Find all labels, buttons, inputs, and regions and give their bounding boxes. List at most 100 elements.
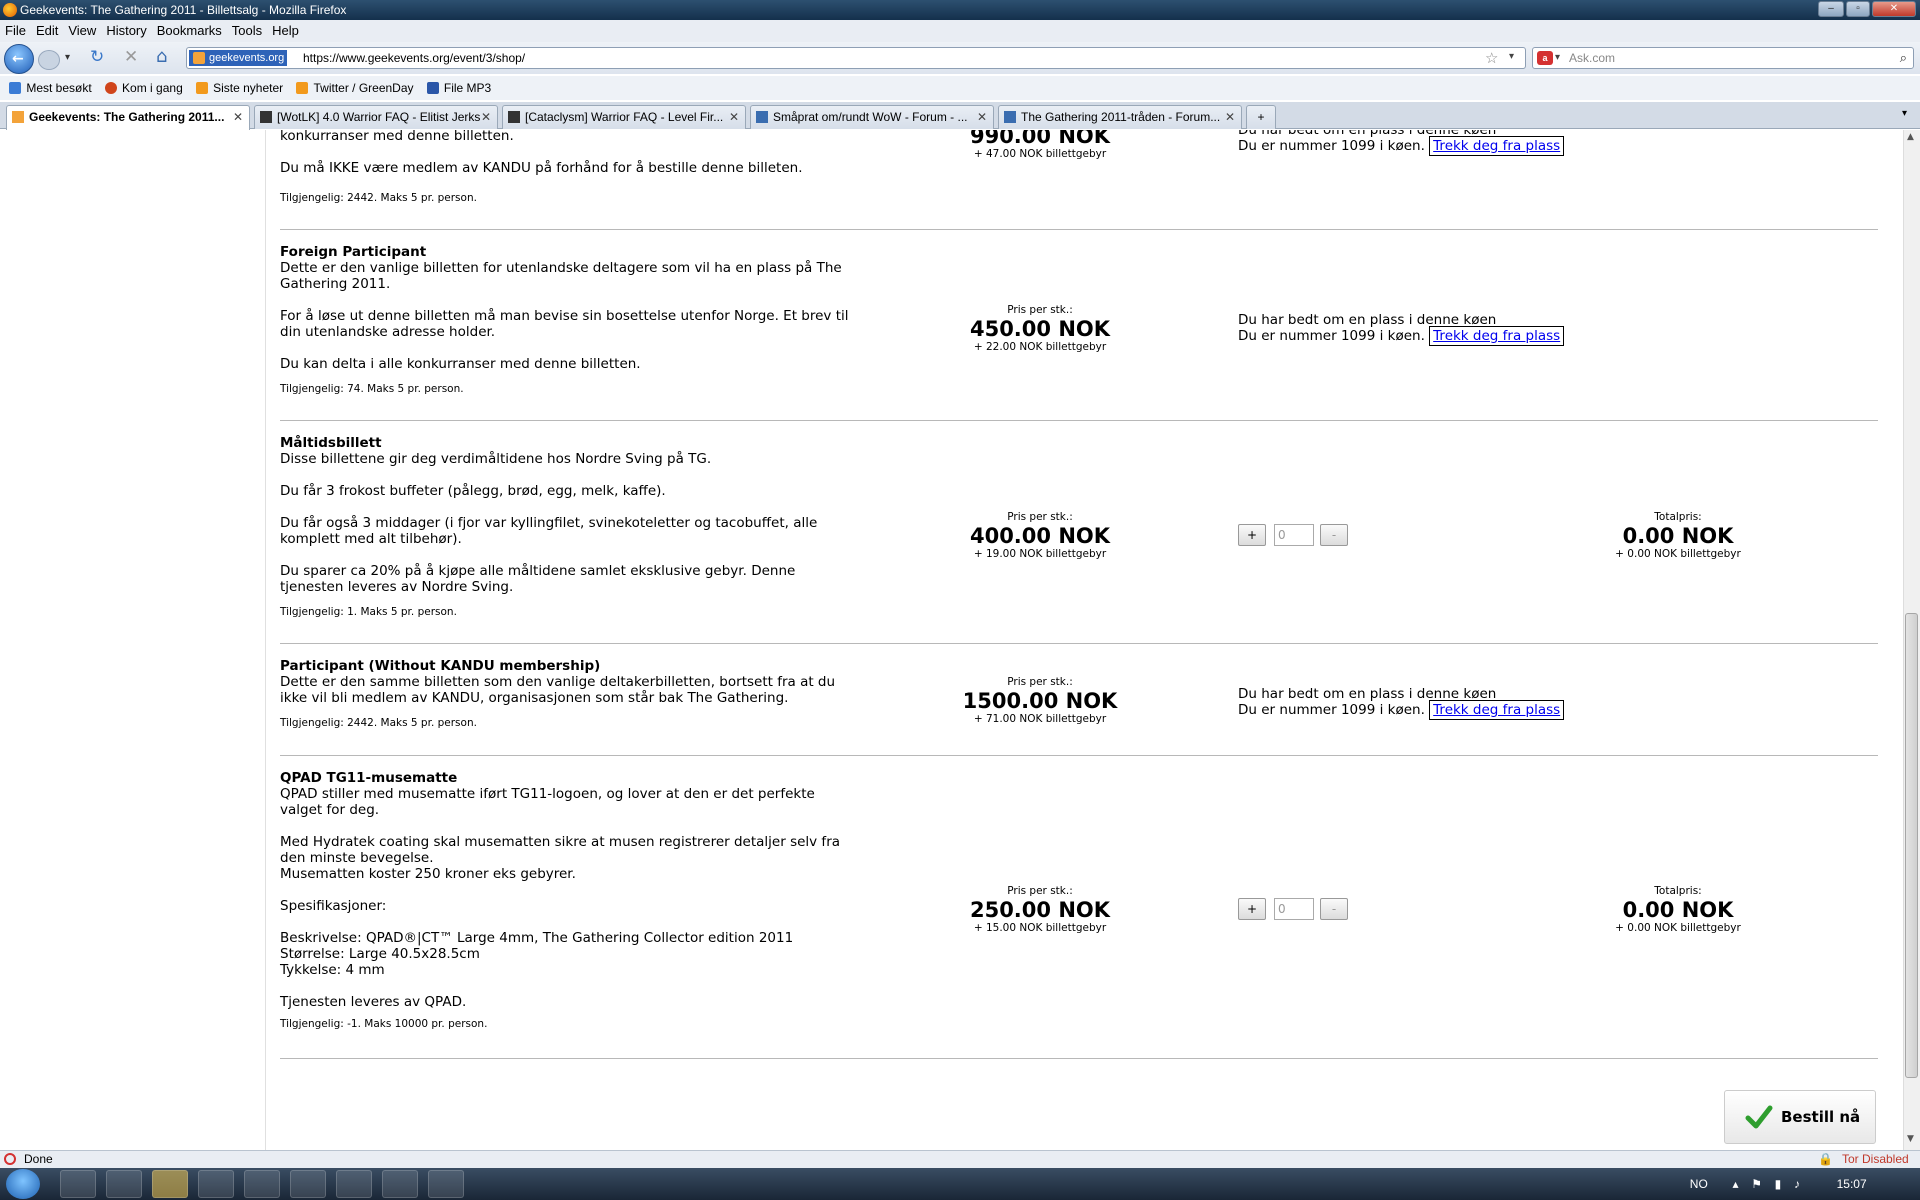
window-titlebar: Geekevents: The Gathering 2011 - Billett…	[0, 0, 1920, 20]
price-fee: + 47.00 NOK billettgebyr	[973, 148, 1107, 160]
scroll-up-icon[interactable]: ▲	[1907, 132, 1914, 142]
close-button[interactable]: ✕	[1872, 1, 1916, 17]
status-text: Done	[24, 1152, 53, 1166]
reload-icon[interactable]: ↻	[90, 47, 104, 67]
product-description: konkurranser med denne billetten. Du må …	[280, 130, 803, 176]
elitist-jerks-favicon-icon	[260, 111, 272, 123]
site-identity-badge[interactable]: geekevents.org	[189, 50, 288, 66]
taskbar-skype-icon[interactable]	[336, 1170, 372, 1198]
stop-icon[interactable]: ✕	[124, 47, 138, 67]
clock[interactable]: 15:07	[1837, 1177, 1867, 1191]
menu-help[interactable]: Help	[267, 20, 304, 42]
window-title: Geekevents: The Gathering 2011 - Billett…	[20, 3, 347, 17]
history-dropdown-icon[interactable]: ▾	[65, 52, 70, 63]
tab-close-icon[interactable]: ✕	[1225, 106, 1235, 128]
scroll-down-icon[interactable]: ▼	[1907, 1134, 1914, 1144]
taskbar-ventrilo-icon[interactable]	[244, 1170, 280, 1198]
menu-edit[interactable]: Edit	[31, 20, 63, 42]
bookmark-mest-besokt[interactable]: Mest besøkt	[9, 76, 92, 100]
site-identity-label: geekevents.org	[209, 52, 285, 64]
search-icon[interactable]: ⌕	[1900, 48, 1907, 68]
taskbar-wow-icon[interactable]	[428, 1170, 464, 1198]
tray-arrow-icon[interactable]: ▴	[1732, 1177, 1738, 1191]
taskbar-explorer-icon[interactable]	[106, 1170, 142, 1198]
tab-wotlk-warrior[interactable]: [WotLK] 4.0 Warrior FAQ - Elitist Jerks ✕	[254, 105, 498, 129]
url-dropdown-icon[interactable]: ▾	[1509, 51, 1514, 62]
tab-close-icon[interactable]: ✕	[481, 106, 491, 128]
leave-queue-link[interactable]: Trekk deg fra plass	[1429, 326, 1565, 346]
tab-smaprat-wow[interactable]: Småprat om/rundt WoW - Forum - ... ✕	[750, 105, 994, 129]
menu-history[interactable]: History	[101, 20, 151, 42]
bookmark-siste-nyheter[interactable]: Siste nyheter	[196, 76, 283, 100]
menu-bar: File Edit View History Bookmarks Tools Help	[0, 20, 1920, 42]
home-icon[interactable]: ⌂	[156, 46, 167, 67]
volume-icon[interactable]: ♪	[1794, 1177, 1800, 1191]
queue-line2: Du er nummer 1099 i køen.	[1238, 138, 1425, 154]
product-divider	[280, 229, 1878, 230]
price-label: Pris per stk.:	[1007, 304, 1073, 316]
queue-line2: Du er nummer 1099 i køen.	[1238, 702, 1425, 718]
url-bar[interactable]: geekevents.org https://www.geekevents.or…	[186, 47, 1526, 69]
tab-geekevents[interactable]: Geekevents: The Gathering 2011... ✕	[6, 105, 250, 130]
price-value: 250.00 NOK	[969, 898, 1111, 922]
maximize-button[interactable]: ▫	[1846, 1, 1870, 17]
quantity-plus-button[interactable]: +	[1238, 898, 1266, 920]
network-icon[interactable]: ▮	[1775, 1177, 1782, 1191]
quantity-plus-button[interactable]: +	[1238, 524, 1266, 546]
price-label: Pris per stk.:	[1007, 676, 1073, 688]
product-description: QPAD stiller med musematte iført TG11-lo…	[280, 786, 841, 1010]
bookmark-label: File MP3	[443, 81, 492, 95]
total-fee: + 0.00 NOK billettgebyr	[1615, 548, 1741, 560]
product-title: Foreign Participant	[280, 244, 427, 260]
total-box: Totalpris: 0.00 NOK + 0.00 NOK billettge…	[1578, 885, 1778, 935]
minimize-button[interactable]: –	[1818, 1, 1844, 17]
search-input[interactable]: a ▾ Ask.com ⌕	[1532, 47, 1914, 69]
taskbar-firefox-icon[interactable]	[60, 1170, 96, 1198]
product-availability: Tilgjengelig: 74. Maks 5 pr. person.	[280, 383, 464, 395]
leave-queue-link[interactable]: Trekk deg fra plass	[1429, 700, 1565, 720]
tab-cataclysm-warrior[interactable]: [Cataclysm] Warrior FAQ - Level Fir... ✕	[502, 105, 746, 129]
ask-engine-icon[interactable]: a	[1537, 51, 1553, 65]
tab-close-icon[interactable]: ✕	[977, 106, 987, 128]
tab-list-icon[interactable]: ▾	[1902, 108, 1907, 119]
flag-icon[interactable]: ⚑	[1751, 1177, 1762, 1191]
menu-bookmarks[interactable]: Bookmarks	[152, 20, 227, 42]
forward-button[interactable]	[38, 50, 60, 70]
taskbar-app-icon[interactable]	[382, 1170, 418, 1198]
bookmark-file-mp3[interactable]: File MP3	[426, 76, 492, 100]
tor-status[interactable]: Tor Disabled	[1842, 1151, 1909, 1168]
order-button[interactable]: Bestill nå	[1724, 1090, 1876, 1144]
quantity-input[interactable]: 0	[1274, 524, 1314, 546]
leave-queue-link[interactable]: Trekk deg fra plass	[1429, 136, 1565, 156]
bookmark-twitter-greenday[interactable]: Twitter / GreenDay	[296, 76, 414, 100]
language-indicator[interactable]: NO	[1690, 1177, 1708, 1191]
back-arrow-icon: ←	[12, 51, 24, 67]
tab-label: Geekevents: The Gathering 2011...	[29, 110, 225, 124]
engine-dropdown-icon[interactable]: ▾	[1555, 48, 1560, 68]
bookmark-kom-i-gang[interactable]: Kom i gang	[105, 76, 183, 100]
lock-icon: 🔒	[1818, 1152, 1833, 1166]
tab-gathering-traden[interactable]: The Gathering 2011-tråden - Forum... ✕	[998, 105, 1242, 129]
quantity-input[interactable]: 0	[1274, 898, 1314, 920]
bookmark-star-icon[interactable]: ☆	[1485, 49, 1498, 67]
taskbar-app-icon[interactable]	[290, 1170, 326, 1198]
scrollbar-thumb[interactable]	[1905, 613, 1918, 1078]
price-fee: + 22.00 NOK billettgebyr	[973, 341, 1107, 353]
quantity-minus-button[interactable]: -	[1320, 898, 1348, 920]
menu-view[interactable]: View	[63, 20, 101, 42]
bookmark-label: Siste nyheter	[213, 81, 284, 95]
taskbar-steam-icon[interactable]	[152, 1170, 188, 1198]
menu-tools[interactable]: Tools	[227, 20, 267, 42]
price-value: 990.00 NOK	[969, 130, 1111, 148]
menu-file[interactable]: File	[0, 20, 31, 42]
taskbar-utorrent-icon[interactable]	[198, 1170, 234, 1198]
tab-close-icon[interactable]: ✕	[233, 106, 243, 128]
quantity-minus-button[interactable]: -	[1320, 524, 1348, 546]
new-tab-button[interactable]: +	[1246, 105, 1276, 129]
start-button[interactable]	[6, 1169, 40, 1199]
windows-taskbar: NO ▴ ⚑ ▮ ♪ 15:07	[0, 1168, 1920, 1200]
url-text[interactable]: https://www.geekevents.org/event/3/shop/	[303, 48, 525, 68]
tab-label: [Cataclysm] Warrior FAQ - Level Fir...	[525, 110, 724, 124]
tab-close-icon[interactable]: ✕	[729, 106, 739, 128]
bookmark-icon	[9, 82, 22, 94]
